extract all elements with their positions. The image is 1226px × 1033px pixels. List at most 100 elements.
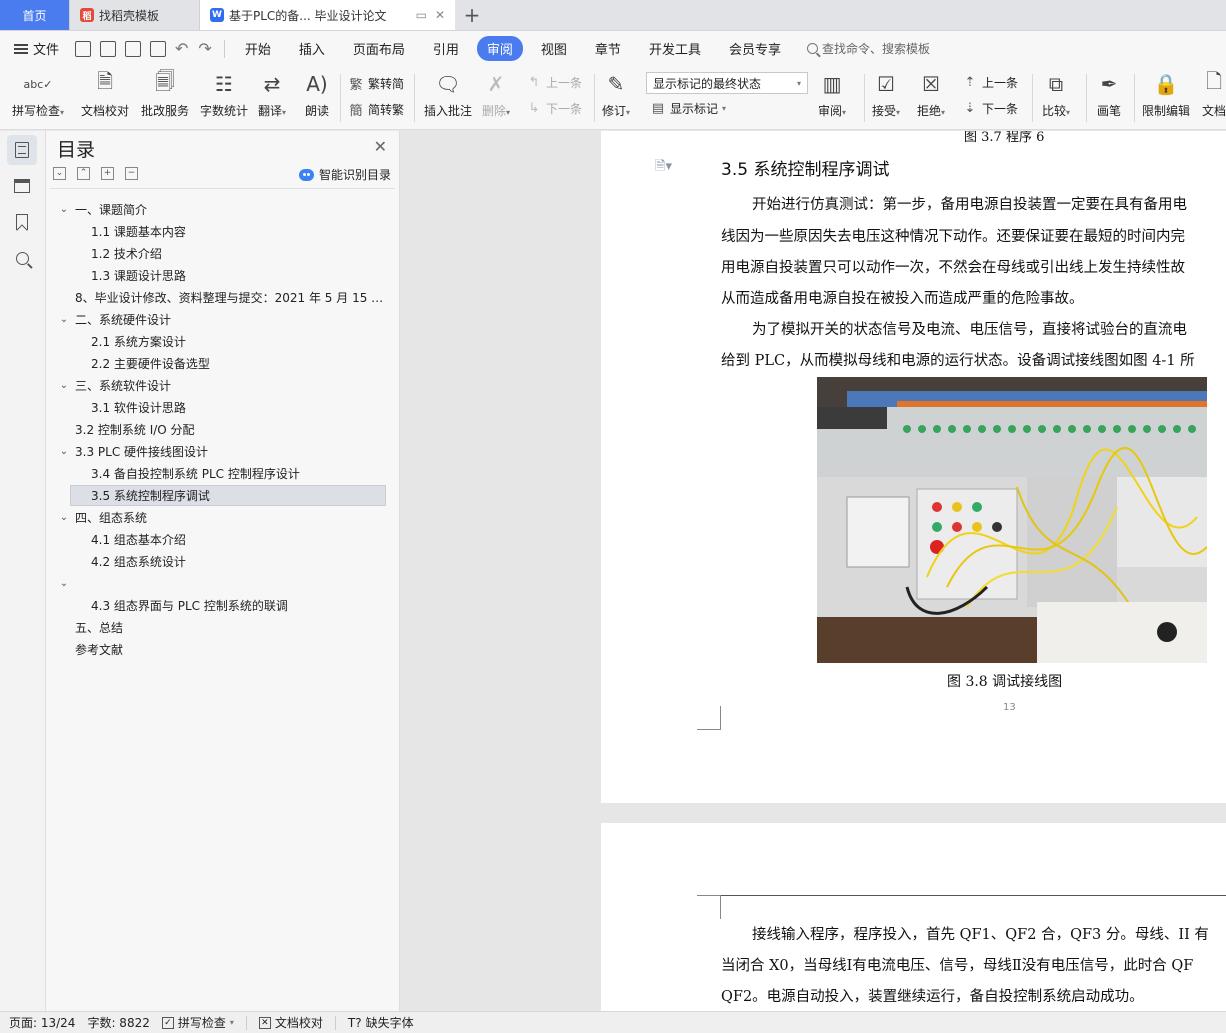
toc-item[interactable]: ⌄ 一、课题简介 (52, 198, 394, 220)
page-indicator[interactable]: 页面: 13/24 (9, 1014, 75, 1031)
toc-item[interactable]: 4.3 组态界面与 PLC 控制系统的联调 (52, 594, 394, 616)
chevron-down-icon[interactable]: ⌄ (58, 446, 70, 457)
reject-button[interactable]: ☒ 拒绝▾ (917, 70, 945, 120)
toc-item[interactable]: ⌄ 四、组态系统 (52, 506, 394, 528)
print-preview-icon[interactable] (150, 40, 167, 57)
toc-item[interactable]: ⌄ (52, 572, 394, 594)
toc-item[interactable]: ⌄ 二、系统硬件设计 (52, 308, 394, 330)
toc-item[interactable]: 1.2 技术介绍 (52, 242, 394, 264)
review-pane-button[interactable]: ▥ 审阅▾ (818, 70, 846, 120)
save-icon[interactable] (75, 40, 92, 57)
toc-item[interactable]: 8、毕业设计修改、资料整理与提交：2021 年 5 月 15 … (52, 286, 394, 308)
to-traditional-button[interactable]: 繁 繁转简 (348, 74, 404, 93)
batch-review-button[interactable]: 🗐 批改服务 (141, 69, 189, 118)
accept-button[interactable]: ☑ 接受▾ (872, 70, 900, 120)
toc-item[interactable]: 3.5 系统控制程序调试 (52, 484, 394, 506)
document-page[interactable]: 图 3.7 程序 6 🗎▾ 3.5 系统控制程序调试 开始进行仿真测试：第一步，… (601, 131, 1226, 803)
close-icon[interactable]: ✕ (435, 8, 445, 22)
menu-page-layout[interactable]: 页面布局 (343, 36, 415, 61)
chevron-down-icon[interactable]: ⌄ (58, 380, 70, 391)
document-canvas[interactable]: 图 3.7 程序 6 🗎▾ 3.5 系统控制程序调试 开始进行仿真测试：第一步，… (400, 131, 1226, 1011)
print-icon[interactable] (125, 40, 142, 57)
menu-chapter[interactable]: 章节 (585, 36, 631, 61)
chevron-down-icon[interactable]: ⌄ (58, 314, 70, 325)
toc-item[interactable]: 五、总结 (52, 616, 394, 638)
remove-heading-icon[interactable]: − (125, 167, 138, 180)
tab-template[interactable]: 稻 找稻壳模板 (70, 0, 200, 30)
spell-check-button[interactable]: abc✓ 拼写检查▾ (12, 70, 64, 120)
doc-rights-button[interactable]: 🗋 文档 (1201, 69, 1226, 118)
prev-comment-button[interactable]: ↰ 上一条 (526, 74, 582, 91)
doc-proof-button[interactable]: 🗎 文档校对 (81, 69, 129, 118)
toc-item[interactable]: 4.1 组态基本介绍 (52, 528, 394, 550)
bookmark-button[interactable] (7, 207, 37, 237)
insert-comment-icon: 🗨 (435, 72, 461, 96)
toc-item[interactable]: 2.1 系统方案设计 (52, 330, 394, 352)
paragraph-menu-icon[interactable]: 🗎▾ (655, 157, 672, 179)
restrict-edit-button[interactable]: 🔒 限制编辑 (1142, 70, 1190, 118)
menu-developer[interactable]: 开发工具 (639, 36, 711, 61)
next-change-button[interactable]: ⇣ 下一条 (962, 100, 1018, 117)
delete-comment-button[interactable]: ✗ 删除▾ (482, 70, 510, 120)
menu-start[interactable]: 开始 (235, 36, 281, 61)
file-menu-label: 文件 (33, 43, 60, 58)
toc-item[interactable]: 1.3 课题设计思路 (52, 264, 394, 286)
prev-change-button[interactable]: ⇡ 上一条 (962, 74, 1018, 91)
tab-template-label: 找稻壳模板 (99, 8, 160, 23)
toc-item[interactable]: 4.2 组态系统设计 (52, 550, 394, 572)
chevron-down-icon[interactable]: ⌄ (58, 512, 70, 523)
add-heading-icon[interactable]: + (101, 167, 114, 180)
word-count-button[interactable]: ☷ 字数统计 (200, 70, 248, 118)
chapter-nav-button[interactable] (7, 171, 37, 201)
status-doc-proof[interactable]: ✕ 文档校对 (258, 1014, 323, 1031)
expand-all-icon[interactable]: ⌄ (53, 167, 66, 180)
toc-item[interactable]: 1.1 课题基本内容 (52, 220, 394, 242)
find-button[interactable] (7, 243, 37, 273)
ai-toc-button[interactable]: 智能识别目录 (298, 166, 391, 183)
status-missing-font[interactable]: T? 缺失字体 (348, 1014, 414, 1031)
undo-icon[interactable]: ↶ (175, 39, 188, 58)
command-search[interactable]: 查找命令、搜索模板 (806, 40, 930, 57)
restrict-edit-label: 限制编辑 (1142, 104, 1191, 118)
menu-view[interactable]: 视图 (531, 36, 577, 61)
word-count-indicator[interactable]: 字数: 8822 (87, 1014, 149, 1031)
new-tab-button[interactable]: + (455, 0, 489, 30)
toc-item[interactable]: 3.4 备自投控制系统 PLC 控制程序设计 (52, 462, 394, 484)
status-spell-check[interactable]: ✓ 拼写检查 ▾ (161, 1014, 234, 1031)
track-changes-button[interactable]: ✎ 修订▾ (602, 70, 630, 120)
toc-item[interactable]: 2.2 主要硬件设备选型 (52, 352, 394, 374)
collapse-all-icon[interactable]: ⌃ (77, 167, 90, 180)
export-pdf-icon[interactable] (100, 40, 117, 57)
translate-button[interactable]: ⇄ 翻译▾ (258, 70, 286, 120)
file-menu[interactable]: 文件 (14, 39, 59, 58)
document-page[interactable]: 接线输入程序，程序投入，首先 QF1、QF2 合，QF3 分。母线、II 有 当… (601, 823, 1226, 1011)
chevron-down-icon[interactable]: ⌄ (58, 204, 70, 215)
read-aloud-button[interactable]: A) 朗读 (304, 70, 330, 118)
insert-comment-button[interactable]: 🗨 插入批注 (424, 70, 472, 118)
markup-state-select[interactable]: 显示标记的最终状态 ▾ (646, 72, 808, 94)
toc-item[interactable]: ⌄ 3.3 PLC 硬件接线图设计 (52, 440, 394, 462)
tab-home[interactable]: 首页 (0, 0, 70, 30)
to-simplified-button[interactable]: 簡 简转繁 (348, 100, 404, 119)
toc-item[interactable]: 参考文献 (52, 638, 394, 660)
redo-icon[interactable]: ↷ (198, 39, 211, 58)
menu-member[interactable]: 会员专享 (719, 36, 791, 61)
ink-button[interactable]: ✒ 画笔 (1096, 70, 1122, 118)
show-markup-button[interactable]: ▤ 显示标记 ▾ (650, 100, 726, 117)
show-markup-label: 显示标记 (670, 102, 719, 116)
toc-item[interactable]: 3.2 控制系统 I/O 分配 (52, 418, 394, 440)
toc-item[interactable]: 3.1 软件设计思路 (52, 396, 394, 418)
tab-window-icon[interactable]: ▭ (416, 8, 427, 22)
toc-item[interactable]: ⌄ 三、系统软件设计 (52, 374, 394, 396)
chevron-down-icon[interactable]: ⌄ (58, 578, 70, 589)
menu-review[interactable]: 审阅 (476, 36, 523, 61)
menu-bar: 文件 ↶ ↷ 开始 插入 页面布局 引用 审阅 视图 章节 开发工具 会员专享 … (0, 31, 1226, 66)
next-comment-button[interactable]: ↳ 下一条 (526, 100, 582, 117)
tab-document[interactable]: W 基于PLC的备... 毕业设计论文 ▭ ✕ (200, 0, 455, 30)
toc-panel-button[interactable] (7, 135, 37, 165)
menu-insert[interactable]: 插入 (289, 36, 335, 61)
wiring-photo[interactable] (817, 377, 1207, 663)
close-icon[interactable]: ✕ (374, 137, 387, 156)
menu-references[interactable]: 引用 (423, 36, 469, 61)
compare-button[interactable]: ⧉ 比较▾ (1042, 70, 1070, 120)
